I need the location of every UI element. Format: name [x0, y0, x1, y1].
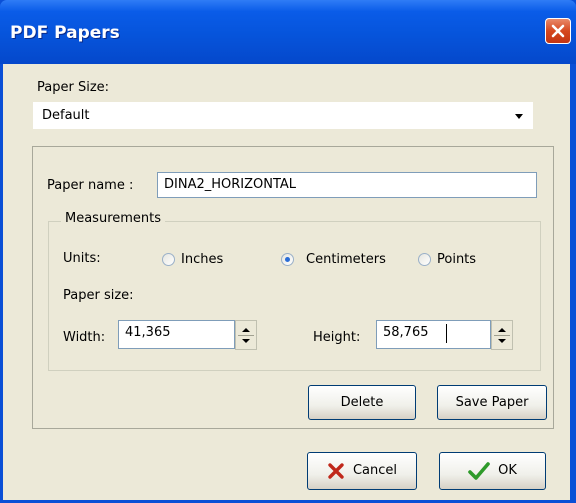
- cancel-button[interactable]: Cancel: [307, 452, 417, 490]
- width-input[interactable]: 41,365: [118, 320, 235, 349]
- save-paper-button[interactable]: Save Paper: [437, 385, 547, 420]
- delete-button[interactable]: Delete: [308, 385, 416, 420]
- height-value: 58,765: [383, 325, 429, 340]
- height-input[interactable]: 58,765: [376, 320, 491, 349]
- ok-button[interactable]: OK: [439, 452, 546, 490]
- width-value: 41,365: [125, 325, 171, 340]
- spin-divider: [238, 335, 254, 336]
- radio-inches-label[interactable]: Inches: [181, 252, 223, 267]
- paper-size-label: Paper Size:: [37, 80, 110, 95]
- delete-button-label: Delete: [340, 395, 384, 410]
- title-bar[interactable]: PDF Papers: [0, 0, 576, 64]
- paper-size-sub-label: Paper size:: [63, 288, 134, 303]
- width-label: Width:: [63, 330, 106, 345]
- paper-name-label: Paper name :: [47, 178, 134, 193]
- radio-points[interactable]: [418, 253, 431, 266]
- measurements-title: Measurements: [61, 211, 166, 226]
- height-label: Height:: [313, 330, 361, 345]
- radio-inches[interactable]: [162, 253, 175, 266]
- checkmark-icon: [468, 461, 490, 480]
- pdf-papers-dialog: PDF Papers Paper Size: Default Paper nam…: [0, 0, 576, 503]
- spin-down-icon[interactable]: [498, 339, 506, 343]
- close-icon: [551, 24, 565, 38]
- paper-name-input[interactable]: DINA2_HORIZONTAL: [157, 172, 537, 198]
- text-caret: [446, 324, 447, 343]
- window-title: PDF Papers: [10, 23, 120, 43]
- paper-name-value: DINA2_HORIZONTAL: [164, 177, 297, 192]
- spin-divider: [494, 335, 510, 336]
- paper-size-dropdown[interactable]: Default: [33, 102, 533, 129]
- paper-size-selected: Default: [42, 108, 90, 123]
- close-button[interactable]: [545, 18, 571, 44]
- units-label: Units:: [63, 251, 101, 266]
- radio-points-label[interactable]: Points: [437, 252, 476, 267]
- spin-down-icon[interactable]: [242, 339, 250, 343]
- cancel-button-label: Cancel: [352, 463, 398, 478]
- cancel-x-icon: [328, 462, 344, 479]
- radio-centimeters-label[interactable]: Centimeters: [306, 252, 386, 267]
- chevron-down-icon[interactable]: [515, 114, 523, 119]
- radio-centimeters[interactable]: [281, 253, 294, 266]
- width-spinner[interactable]: [235, 320, 257, 350]
- spin-up-icon[interactable]: [498, 328, 506, 332]
- height-spinner[interactable]: [491, 320, 513, 350]
- ok-button-label: OK: [498, 463, 517, 478]
- spin-up-icon[interactable]: [242, 328, 250, 332]
- save-paper-button-label: Save Paper: [455, 395, 529, 410]
